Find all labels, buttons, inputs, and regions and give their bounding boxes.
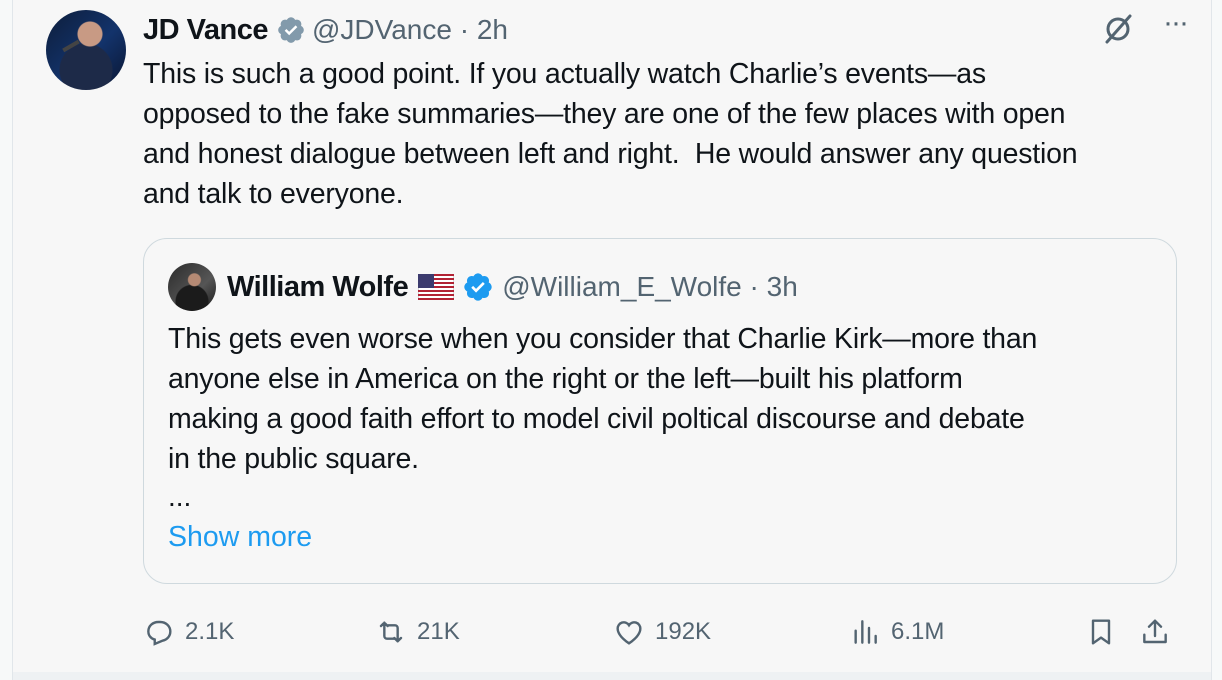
post-time[interactable]: 2h (477, 14, 508, 46)
reply-button[interactable]: 2.1K (143, 612, 234, 652)
separator-dot: · (459, 14, 470, 45)
tweet-actions: 2.1K 21K 192K 6.1M (143, 612, 1193, 652)
more-options-icon[interactable]: ··· (1163, 8, 1189, 38)
author-handle[interactable]: @JDVance (312, 14, 452, 46)
share-icon (1143, 619, 1167, 644)
tweet-header: JD Vance @JDVance · 2h (143, 12, 508, 48)
show-more-link[interactable]: Show more (168, 521, 312, 554)
bookmark-icon (1091, 619, 1111, 645)
top-actions: ··· (1101, 8, 1189, 46)
repost-icon (379, 621, 403, 643)
tweet-text: This is such a good point. If you actual… (143, 58, 1078, 210)
quoted-tweet[interactable]: William Wolfe @William_E_Wolfe · 3h This… (143, 238, 1177, 584)
quoted-ellipsis: ... (168, 481, 192, 512)
quoted-author-avatar[interactable] (168, 263, 216, 311)
share-button[interactable] (1139, 612, 1171, 652)
bookmark-button[interactable] (1085, 612, 1117, 652)
views-count: 6.1M (891, 618, 945, 645)
heart-icon (616, 621, 642, 645)
grok-icon[interactable] (1101, 12, 1135, 46)
us-flag-icon (418, 274, 455, 300)
like-button[interactable]: 192K (613, 612, 711, 652)
divider (13, 672, 1211, 680)
author-name[interactable]: JD Vance (143, 14, 268, 47)
repost-count: 21K (417, 618, 460, 645)
quoted-tweet-header: William Wolfe @William_E_Wolfe · 3h (227, 267, 798, 307)
quoted-author-handle[interactable]: @William_E_Wolfe (502, 271, 742, 303)
verified-badge-icon (278, 17, 304, 43)
quoted-tweet-text: This gets even worse when you consider t… (168, 323, 1038, 475)
reply-icon (147, 620, 172, 646)
separator-dot: · (749, 271, 759, 302)
verified-badge-icon (464, 273, 492, 301)
quoted-author-name[interactable]: William Wolfe (227, 271, 409, 304)
repost-button[interactable]: 21K (375, 612, 460, 652)
quoted-post-time[interactable]: 3h (767, 271, 798, 303)
views-button[interactable]: 6.1M (849, 612, 944, 652)
like-count: 192K (655, 618, 712, 645)
reply-count: 2.1K (185, 618, 235, 645)
author-avatar[interactable] (46, 10, 126, 90)
views-icon (854, 620, 877, 644)
tweet-card[interactable]: JD Vance @JDVance · 2h ··· This is such … (12, 0, 1212, 680)
